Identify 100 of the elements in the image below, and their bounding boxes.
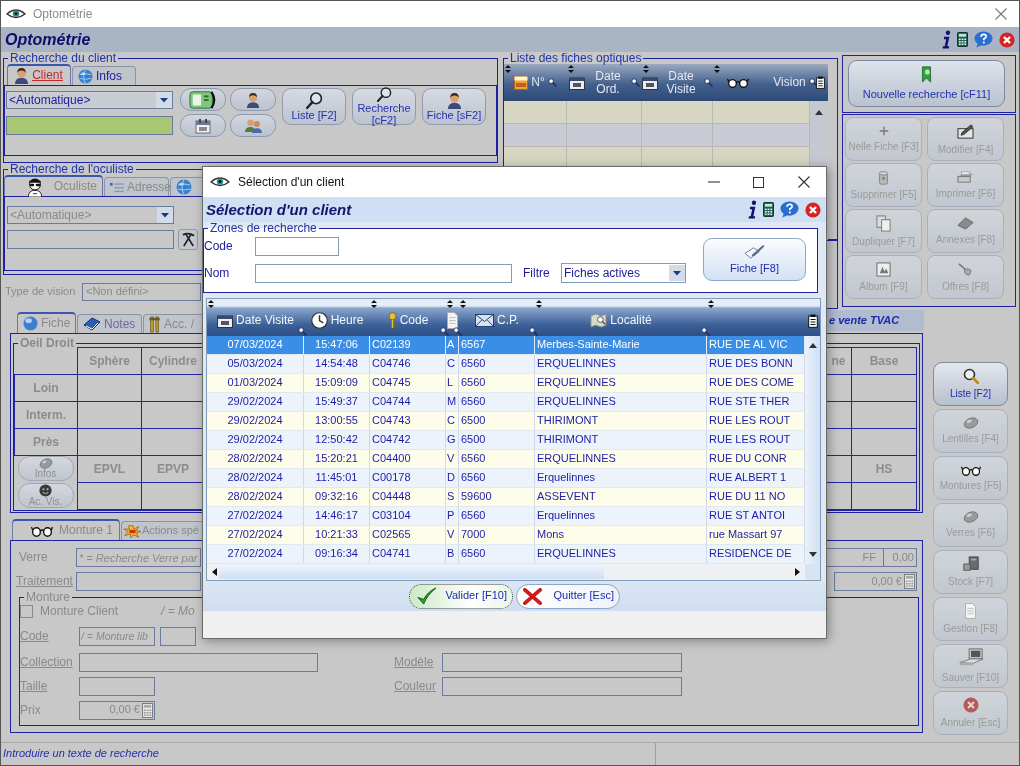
magnifier-icon[interactable] <box>704 78 713 87</box>
value-field[interactable] <box>77 482 142 510</box>
magnifier-icon[interactable] <box>547 78 557 87</box>
list-button[interactable]: Liste [F2] <box>282 88 346 125</box>
edit-icon <box>955 122 976 140</box>
tab[interactable]: Client <box>7 64 71 85</box>
table-row[interactable]: 27/02/2024 09:16:34 C04741 B 6560 ERQUELINNES RESIDENCE DE <box>207 545 805 564</box>
table-row[interactable]: 29/02/2024 12:50:42 C04742 G 6500 THIRIMONT RUE LES ROUT <box>207 431 805 450</box>
field-label: Verre <box>19 550 49 565</box>
table-row[interactable]: 27/02/2024 10:21:33 C02565 V 7000 Mons rue Massart 97 <box>207 526 805 545</box>
search-button[interactable]: Recherche [cF2] <box>352 88 416 125</box>
sort-handle-icon[interactable] <box>371 300 377 308</box>
group-label: Zones de recherche <box>209 222 318 234</box>
help-icon[interactable] <box>974 31 993 48</box>
sort-handle-icon[interactable] <box>568 65 574 73</box>
calendar-button[interactable] <box>180 114 226 137</box>
calculator-icon[interactable] <box>957 32 968 47</box>
scroll-up-icon[interactable] <box>815 110 823 115</box>
eye-icon <box>210 176 230 188</box>
scroll-left-icon[interactable] <box>212 568 217 576</box>
sort-handle-icon[interactable] <box>447 300 453 308</box>
close-icon[interactable] <box>797 176 810 188</box>
magnifier-icon[interactable] <box>440 327 449 336</box>
collection-field[interactable] <box>79 652 318 672</box>
magnifier-icon[interactable] <box>453 327 462 336</box>
clipboard-icon[interactable] <box>807 313 818 328</box>
info-icon[interactable] <box>748 200 757 219</box>
magnifier-icon[interactable] <box>529 327 538 336</box>
scrollbar-thumb[interactable] <box>219 565 604 579</box>
search-field[interactable] <box>6 116 173 135</box>
search-icon <box>305 91 323 109</box>
table-row[interactable]: 28/02/2024 09:32:16 C04448 S 59600 ASSEVENT RUE DU 11 NO <box>207 488 805 507</box>
help-icon[interactable] <box>780 201 799 218</box>
table-row[interactable]: 05/03/2024 14:54:48 C04746 C 6560 ERQUELINNES RUE DES BONN <box>207 355 805 374</box>
copy-icon <box>876 214 891 232</box>
people-button[interactable] <box>230 114 276 137</box>
maximize-icon[interactable] <box>753 176 764 188</box>
oculist-dropdown: <Automatique> <box>7 206 174 224</box>
filter-dropdown[interactable]: Fiches actives <box>561 263 686 283</box>
info-icon[interactable] <box>942 30 951 49</box>
size-field[interactable] <box>79 676 155 696</box>
book-icon <box>83 317 101 331</box>
table-row[interactable]: 29/02/2024 15:49:37 C04744 M 6560 ERQUELINNES RUE STE THER <box>207 393 805 412</box>
sort-handle-icon[interactable] <box>460 300 466 308</box>
confirm-button[interactable]: Valider [F10] <box>409 583 513 609</box>
magnifier-icon[interactable] <box>808 78 818 87</box>
record-button[interactable]: Fiche [F8] <box>703 238 806 281</box>
minimize-icon[interactable] <box>707 181 720 183</box>
table-cell: 6560 <box>459 507 535 525</box>
sort-handle-icon[interactable] <box>643 65 649 73</box>
table-cell: 7000 <box>459 526 535 544</box>
code-field[interactable] <box>255 236 339 256</box>
scrollbar[interactable] <box>207 564 805 580</box>
table-row[interactable]: 07/03/2024 15:47:06 C02139 A 6567 Merbes-Sainte-Marie RUE DE AL VIC <box>207 336 805 355</box>
table-cell: Merbes-Sainte-Marie <box>535 336 707 354</box>
sort-handle-icon[interactable] <box>708 300 714 308</box>
tab[interactable]: Infos <box>72 66 136 85</box>
table-cell: 15:20:21 <box>304 450 370 468</box>
scroll-right-icon[interactable] <box>795 568 800 576</box>
id-card-button[interactable] <box>180 88 226 111</box>
sort-handle-icon[interactable] <box>208 300 214 308</box>
sort-handle-icon[interactable] <box>505 65 511 73</box>
table-cell: 6560 <box>459 393 535 411</box>
table-cell: S <box>446 488 459 506</box>
magnifier-icon[interactable] <box>701 327 710 336</box>
column-header: Date Visite <box>236 313 294 328</box>
magnifier-icon[interactable] <box>298 327 307 336</box>
table-cell: C04741 <box>370 545 446 563</box>
table-row[interactable]: 29/02/2024 13:00:55 C04743 C 6500 THIRIMONT RUE LES ROUT <box>207 412 805 431</box>
bin-icon <box>878 169 889 185</box>
scroll-down-icon[interactable] <box>808 552 817 557</box>
sort-handle-icon[interactable] <box>714 65 720 73</box>
name-field[interactable] <box>255 263 512 283</box>
table-row[interactable]: 27/02/2024 14:46:17 C03104 P 6560 Erquelinnes RUE ST ANTOI <box>207 507 805 526</box>
table-cell: 27/02/2024 <box>207 507 304 525</box>
table-row[interactable]: 28/02/2024 15:20:21 C04400 V 6560 ERQUELINNES RUE DU CONR <box>207 450 805 469</box>
value-field[interactable] <box>851 482 917 510</box>
clipboard-icon[interactable] <box>816 76 825 89</box>
treatment-field[interactable] <box>76 572 201 591</box>
code-detail-field[interactable] <box>160 626 196 646</box>
lens-field[interactable]: * = Recherche Verre par <box>76 548 201 567</box>
scroll-up-icon[interactable] <box>808 343 817 348</box>
table-row[interactable]: 28/02/2024 11:45:01 C00178 D 6560 Erquelinnes RUE ALBERT 1 <box>207 469 805 488</box>
mode-dropdown[interactable]: <Automatique> <box>6 91 173 109</box>
code-field[interactable]: / = Monture lib <box>79 626 155 646</box>
table-row[interactable]: 01/03/2024 15:09:09 C04745 L 6560 ERQUELINNES RUE DES COME <box>207 374 805 393</box>
field-label: Taille <box>20 678 49 694</box>
sort-handle-icon[interactable] <box>536 300 542 308</box>
record-button[interactable]: Fiche [sF2] <box>422 88 486 125</box>
cancel-button[interactable]: Quitter [Esc] <box>516 583 620 609</box>
calculator-icon[interactable] <box>763 202 774 217</box>
side-button[interactable]: Liste [F2] <box>933 362 1008 406</box>
person-button[interactable] <box>230 88 276 111</box>
color-field[interactable] <box>442 676 682 696</box>
scrollbar[interactable] <box>805 336 820 564</box>
model-field[interactable] <box>442 652 682 672</box>
clear-button[interactable] <box>178 229 198 250</box>
new-search-button[interactable]: Nouvelle recherche [cF11] <box>848 60 1005 107</box>
magnifier-icon[interactable] <box>631 78 640 87</box>
checkbox[interactable] <box>20 604 33 618</box>
